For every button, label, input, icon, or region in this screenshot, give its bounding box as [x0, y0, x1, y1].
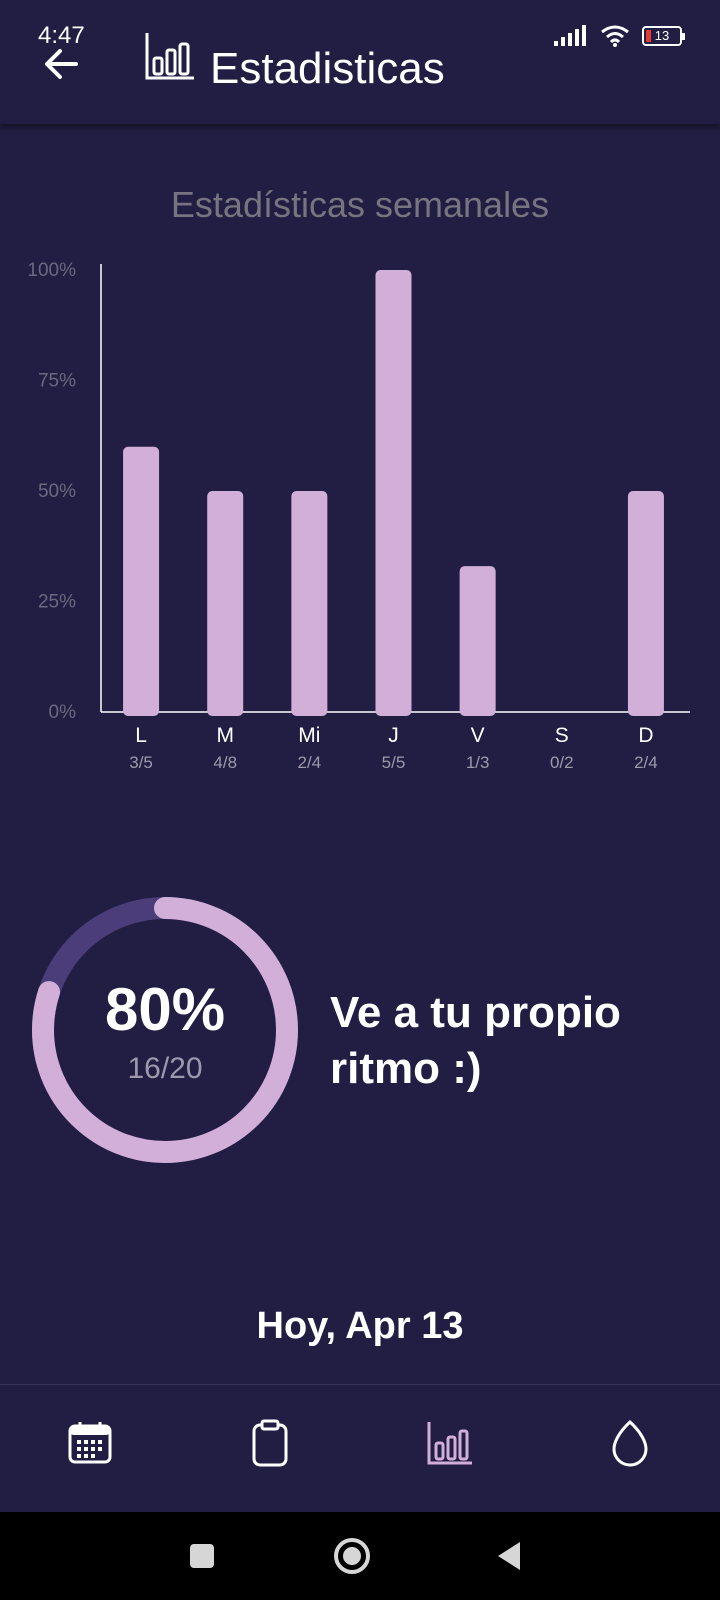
bar-L [123, 446, 160, 716]
bar-sublabel: 5/5 [382, 753, 406, 772]
today-label: Hoy, Apr 13 [256, 1305, 464, 1347]
x-tick-label: J [388, 724, 399, 747]
calendar-icon [68, 1422, 112, 1464]
x-tick-label: V [471, 724, 485, 747]
progress-fraction: 16/20 [127, 1052, 203, 1085]
bar-chart-icon [145, 33, 194, 80]
y-tick-label: 100% [27, 260, 76, 281]
status-icons: 13 [554, 24, 685, 48]
bar-chart-icon [427, 1422, 472, 1465]
system-nav-bar [0, 1512, 720, 1600]
drop-icon [612, 1419, 648, 1467]
motivation-text: Ve a tu propio ritmo :) [330, 988, 621, 1093]
weekly-bar-chart: 0% 25% 50% 75% 100% L 3/5 M 4/8 Mi 2/4 J 5/5 V 1/3 S 0/2… [27, 260, 690, 772]
bar-V [459, 566, 496, 716]
clipboard-icon [252, 1419, 288, 1467]
battery-icon: 13 [642, 26, 685, 46]
bar-sublabel: 2/4 [634, 753, 658, 772]
x-tick-label: L [135, 724, 147, 747]
x-tick-label: S [555, 724, 569, 747]
bar-sublabel: 2/4 [298, 753, 322, 772]
page-title: Estadisticas [210, 44, 445, 93]
progress-percent: 80% [104, 976, 226, 1043]
back-icon[interactable] [490, 1536, 530, 1576]
bar-D [627, 491, 664, 716]
bottom-nav [0, 1384, 720, 1512]
x-tick-label: M [216, 724, 234, 747]
nav-item-calendar[interactable] [60, 1413, 120, 1473]
y-tick-label: 25% [38, 592, 76, 613]
signal-icon [554, 25, 586, 46]
nav-item-drop[interactable] [600, 1413, 660, 1473]
bar-J [375, 270, 412, 716]
nav-item-stats[interactable] [420, 1413, 480, 1473]
app-bar: 4:47 13 Estadisticas [0, 0, 720, 124]
bar-sublabel: 1/3 [466, 753, 490, 772]
recents-icon[interactable] [182, 1536, 222, 1576]
y-tick-label: 0% [49, 702, 77, 723]
home-icon[interactable] [332, 1536, 372, 1576]
bar-sublabel: 4/8 [213, 753, 237, 772]
x-tick-label: Mi [298, 724, 320, 747]
wifi-icon [601, 25, 629, 47]
bar-sublabel: 3/5 [129, 753, 153, 772]
bar-Mi [291, 491, 328, 716]
y-tick-label: 75% [38, 371, 76, 392]
arrow-left-icon[interactable] [40, 42, 84, 86]
bar-sublabel: 0/2 [550, 753, 574, 772]
y-tick-label: 50% [38, 481, 76, 502]
chart-title: Estadísticas semanales [170, 184, 550, 225]
nav-item-clipboard[interactable] [240, 1413, 300, 1473]
battery-level: 13 [654, 28, 670, 43]
bar-M [207, 491, 244, 716]
x-tick-label: D [638, 724, 653, 747]
